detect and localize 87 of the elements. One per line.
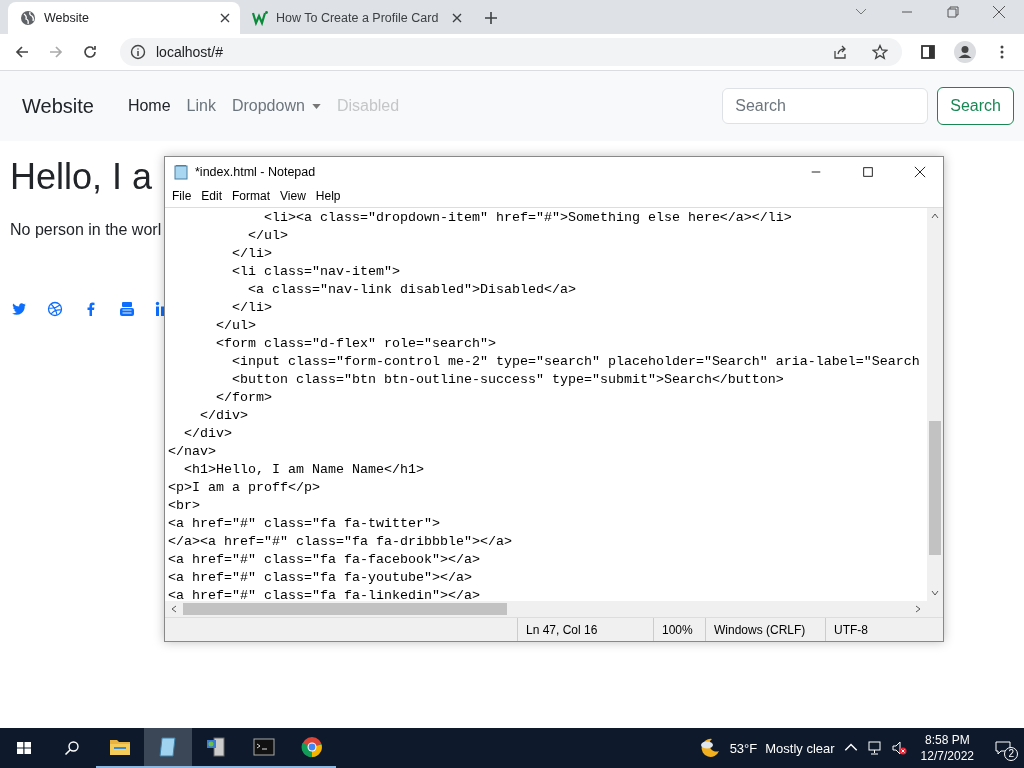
chrome-icon [300,735,324,759]
status-text: Windows (CRLF) [705,618,825,641]
menu-item[interactable]: View [275,187,311,207]
linkedin-icon[interactable] [155,301,164,317]
code-line: <a href="#" class="fa fa-youtube"></a> [168,569,473,587]
status-text: UTF-8 [825,618,868,641]
reload-icon[interactable] [82,44,98,60]
w-logo-icon [252,10,268,26]
search-icon[interactable] [64,740,80,756]
caret-icon [311,103,321,109]
globe-icon [20,10,36,26]
brand-link[interactable]: Website [22,94,94,118]
scroll-up-icon[interactable] [930,211,940,221]
nav-link[interactable]: Dropdown [231,97,321,115]
scroll-down-icon[interactable] [930,588,940,598]
tab-title: How To Create a Profile Card [276,11,440,25]
scroll-left-icon[interactable] [169,604,179,614]
menu-item[interactable]: Edit [196,187,228,207]
code-line: <form class="d-flex" role="search"> [215,335,497,353]
browser-tab[interactable]: Website [8,2,240,34]
close-icon[interactable] [220,13,230,23]
menu-item[interactable]: Help [310,187,346,207]
computer-icon [204,735,228,759]
bird-icon[interactable] [11,301,27,317]
code-line: <a href="#" class="fa fa-linkedin"></a> [168,587,481,601]
status-text: 100% [653,618,705,641]
muted-speaker-icon[interactable] [890,740,907,756]
code-line: <a href="#" class="fa fa-twitter"> [168,515,441,533]
nav-link[interactable]: Home [127,97,171,115]
window-title: *index.html - Notepad [195,165,317,179]
code-line: <a class="nav-link disabled">Disabled</a> [246,281,577,299]
search-button[interactable]: Search [937,87,1014,125]
code-line: </div> [183,425,233,443]
code-line: </li> [231,245,273,263]
code-line: </ul> [215,317,257,335]
code-line: <button class="btn btn-outline-success" type="submit">Search</button> [231,371,785,389]
scroll-right-icon[interactable] [913,604,923,614]
share-icon[interactable] [832,44,848,60]
scroll-thumb[interactable] [929,421,941,555]
paragraph: No person in the worl [10,221,162,239]
search-field[interactable]: Search [722,88,929,124]
new-tab-icon[interactable] [484,11,498,25]
code-line: </li> [231,299,273,317]
taskbar-app[interactable] [144,728,192,768]
status-text: Ln 47, Col 16 [517,618,653,641]
notification-count: 2 [1004,747,1018,761]
horizontal-scrollbar[interactable] [165,601,943,617]
code-line: <p>I am a proff</p> [168,479,321,497]
code-line: </div> [199,407,249,425]
page-heading: Hello, I a [10,155,153,199]
terminal-icon [252,735,276,759]
weather-condition: Mostly clear [765,740,835,756]
close-icon[interactable] [452,13,462,23]
code-line: </ul> [246,227,289,245]
temperature: 53°F [729,740,758,756]
code-line: <br> [168,497,201,515]
info-icon [130,44,146,60]
nav-link[interactable]: Link [186,97,216,115]
star-icon[interactable] [872,44,888,60]
clock-time[interactable]: 8:58 PM [924,733,970,747]
vertical-scrollbar[interactable] [927,208,943,601]
code-line: <a href="#" class="fa fa-facebook"></a> [168,551,481,569]
network-icon[interactable] [866,740,883,756]
scroll-thumb[interactable] [183,603,507,615]
code-line: <li class="nav-item"> [231,263,401,281]
menu-item[interactable]: Format [227,187,276,207]
code-line: </a><a href="#" class="fa fa-dribbble"></a> [168,533,513,551]
side-panel-icon[interactable] [920,44,936,60]
code-line: </form> [215,389,273,407]
browser-tab[interactable]: How To Create a Profile Card [240,2,472,34]
ball-icon[interactable] [47,301,63,317]
code-line: <li><a class="dropdown-item" href="#">Something else here</a></li> [262,209,793,227]
profile-icon[interactable] [954,41,976,63]
notepad-icon [173,164,189,180]
address-bar[interactable]: localhost/# [120,38,902,66]
notification-icon[interactable] [995,740,1011,756]
code-line: <h1>Hello, I am Name Name</h1> [183,461,425,479]
maximize-icon[interactable] [862,166,874,178]
code-line: </nav> [168,443,217,461]
close-icon[interactable] [914,166,926,178]
back-icon[interactable] [14,44,30,60]
restore-icon[interactable] [946,5,960,19]
code-line: <input class="form-control me-2" type="search" placeholder="Search" aria-label="Search [231,353,921,371]
tab-title: Website [44,11,90,25]
windows-start-icon[interactable] [16,740,32,756]
clock-date[interactable]: 12/7/2022 [920,749,974,763]
menu-item[interactable]: File [167,187,197,207]
